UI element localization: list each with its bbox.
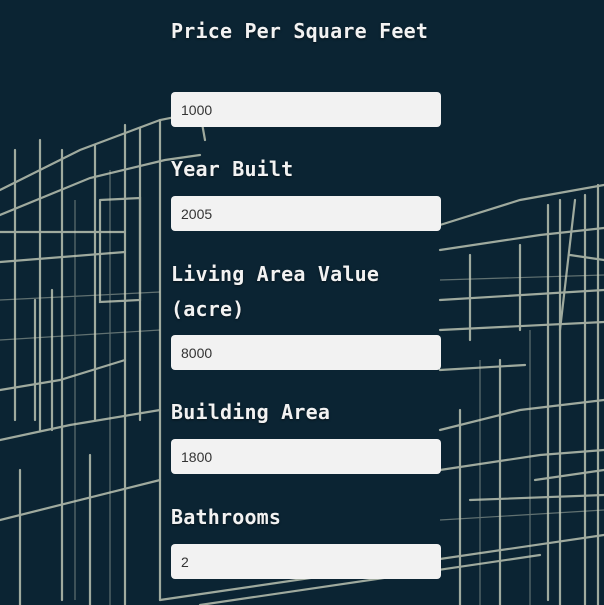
building-area-input[interactable] (171, 439, 441, 474)
price-per-square-feet-input[interactable] (171, 92, 441, 127)
living-area-value-label: Living Area Value (acre) (171, 262, 380, 321)
price-per-square-feet-label: Price Per Square Feet (171, 19, 429, 43)
year-built-input[interactable] (171, 196, 441, 231)
year-built-label: Year Built (171, 157, 294, 181)
bathrooms-label: Bathrooms (171, 505, 282, 529)
property-details-form: Price Per Square Feet Year Built Living … (0, 0, 604, 605)
bathrooms-input[interactable] (171, 544, 441, 579)
building-area-label: Building Area (171, 400, 331, 424)
living-area-value-input[interactable] (171, 335, 441, 370)
